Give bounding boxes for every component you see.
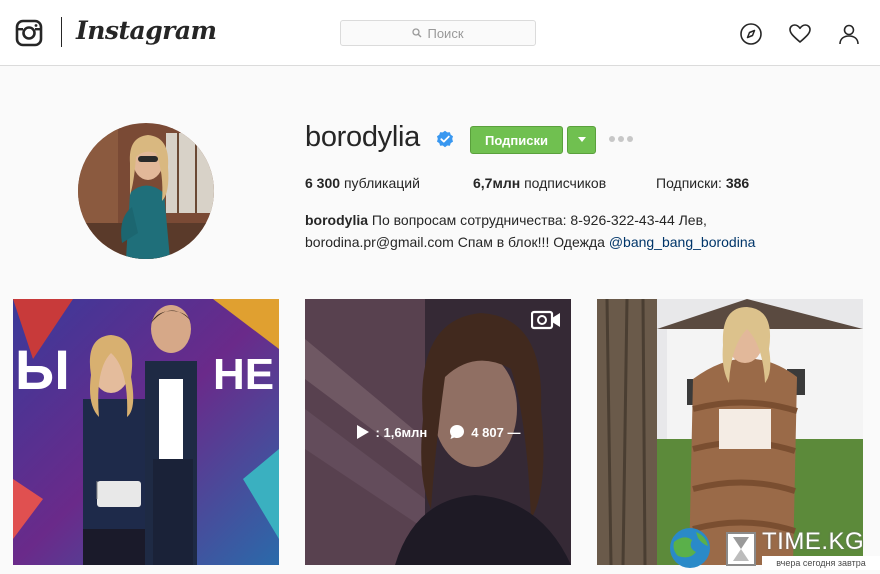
logo-divider — [61, 17, 62, 47]
watermark-subtitle: вчера сегодня завтра — [762, 556, 880, 570]
post-thumbnail-video[interactable]: : 1,6млн 4 807 — — [305, 299, 571, 565]
following-count[interactable]: Подписки: 386 — [656, 175, 749, 191]
post-thumbnail[interactable]: Ы НЕ — [13, 299, 279, 565]
search-icon — [412, 28, 422, 38]
heart-icon[interactable] — [788, 22, 812, 46]
bio-line-2: borodina.pr@gmail.com Спам в блок!!! Оде… — [305, 234, 605, 250]
svg-text:Ы: Ы — [15, 338, 70, 401]
instagram-camera-icon[interactable] — [15, 19, 43, 47]
post-hover-overlay: : 1,6млн 4 807 — — [305, 299, 571, 565]
hourglass-icon — [726, 532, 756, 566]
comment-bubble-icon — [450, 425, 465, 439]
bio-line-1: По вопросам сотрудничества: 8-926-322-43… — [371, 212, 707, 228]
caret-down-icon — [577, 137, 586, 142]
instagram-wordmark[interactable]: Instagram — [76, 16, 217, 45]
more-options-icon[interactable] — [609, 133, 633, 145]
profile-bio: borodylia По вопросам сотрудничества: 8-… — [305, 209, 825, 253]
profile-avatar[interactable] — [78, 123, 214, 259]
globe-icon — [670, 528, 710, 568]
views-stat: : 1,6млн — [356, 424, 427, 440]
search-placeholder: Поиск — [427, 25, 464, 41]
compass-icon[interactable] — [739, 22, 763, 46]
posts-count: 6 300 публикаций — [305, 175, 420, 191]
comments-stat: 4 807 — — [449, 424, 520, 440]
svg-text:НЕ: НЕ — [213, 350, 274, 399]
followers-count[interactable]: 6,7млн подписчиков — [473, 175, 606, 191]
following-button[interactable]: Подписки — [470, 126, 563, 154]
top-navigation-bar: Instagram Поиск — [0, 0, 880, 66]
user-icon[interactable] — [837, 22, 861, 46]
suggestions-dropdown-button[interactable] — [567, 126, 596, 154]
bio-name: borodylia — [305, 212, 369, 228]
site-watermark: TIME.KG вчера сегодня завтра — [664, 522, 880, 572]
bio-mention-link[interactable]: @bang_bang_borodina — [609, 234, 756, 250]
watermark-title: TIME.KG — [762, 528, 865, 555]
play-icon — [356, 425, 369, 439]
search-input[interactable]: Поиск — [340, 20, 536, 46]
verified-badge-icon — [436, 130, 454, 148]
profile-username: borodylia — [305, 121, 420, 153]
